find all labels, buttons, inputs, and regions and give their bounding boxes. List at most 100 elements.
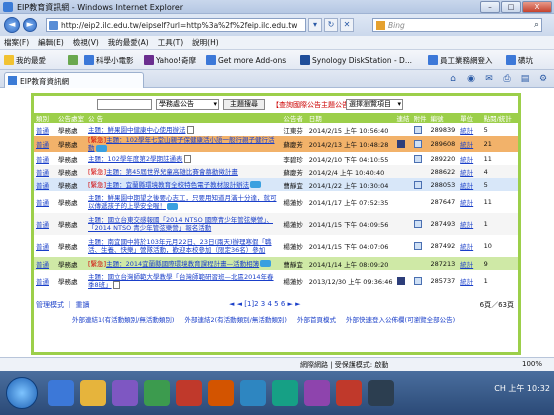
favorites-button[interactable]: 我的最愛 <box>4 53 46 67</box>
row-stat-link[interactable]: 統計 <box>460 141 473 149</box>
row-subject[interactable]: 主題：鮮果園中健康中心使用辦法 <box>88 126 186 134</box>
app-icon[interactable] <box>304 380 330 406</box>
media-icon[interactable] <box>112 380 138 406</box>
fav-item-5[interactable]: 員工業務網登入 <box>428 53 493 67</box>
fav-item-1[interactable]: 科學小電影 <box>84 53 134 67</box>
table-row[interactable]: 普通 學務處 [緊急]主題：102學年七堂山親子保健康活小語一般行親子健行活動 … <box>34 136 518 152</box>
table-row[interactable]: 普通 學務處 主題：鮮果園中健康中心使用辦法 江東芬 2014/2/15 上午 … <box>34 123 518 136</box>
fav-item-3[interactable]: Get more Add-ons <box>206 53 286 67</box>
row-subject[interactable]: 主題：102學年度第2學期註通表 <box>88 155 183 163</box>
attachment-icon[interactable] <box>112 281 120 289</box>
start-button[interactable] <box>6 377 38 409</box>
table-row[interactable]: 普通 學務處 主題：鮮果園中期望之後要心志工，只要用知道月滿十分達，就可以傳遞孩… <box>34 191 518 213</box>
file-icon[interactable] <box>413 277 422 285</box>
safety-icon[interactable]: ⚙ <box>536 73 550 85</box>
maximize-button[interactable]: □ <box>501 1 521 13</box>
row-stat-link[interactable]: 統計 <box>460 156 473 164</box>
close-button[interactable]: X <box>522 1 552 13</box>
app-icon[interactable] <box>272 380 298 406</box>
feeds-icon[interactable]: ◉ <box>464 73 478 85</box>
fav-item-4[interactable]: Synology DiskStation - D... <box>300 53 412 67</box>
row-subject[interactable]: 主題：國立台東交感報國「2014 NTSO 國際青少年管弦樂營」、「2014 N… <box>88 216 273 232</box>
table-row[interactable]: 普通 學務處 主題：南宜國中將於103年元月22日、23日(兩天)辦理寒假「職活… <box>34 235 518 257</box>
search-box[interactable]: Bing ⌕ <box>372 18 542 32</box>
fav-item-6[interactable]: 磺坑 <box>506 53 533 67</box>
app-icon[interactable] <box>144 380 170 406</box>
word-icon[interactable] <box>240 380 266 406</box>
menu-favorites[interactable]: 我的最愛(A) <box>108 36 149 49</box>
menu-help[interactable]: 說明(H) <box>192 36 219 49</box>
subject-search-button[interactable]: 主題搜尋 <box>223 99 265 110</box>
attachment-icon[interactable] <box>186 125 194 134</box>
file-icon[interactable] <box>413 140 422 148</box>
link-icon[interactable] <box>396 140 405 148</box>
address-bar[interactable]: http://eip2.ilc.edu.tw/eipself?url=http%… <box>46 18 306 32</box>
row-subject[interactable]: 主題：102學年七堂山親子保健康活小語一般行親子健行活動 <box>88 136 275 152</box>
row-type[interactable]: 普通 <box>36 182 49 190</box>
file-icon[interactable] <box>413 242 422 250</box>
ie-taskbar-icon[interactable] <box>48 380 74 406</box>
pagination[interactable]: ◄ ◄ [1]2 3 4 5 6 ► ► <box>229 300 301 308</box>
minimize-button[interactable]: – <box>480 1 500 13</box>
page-menu-icon[interactable]: ▤ <box>518 73 532 85</box>
dropdown-icon[interactable]: ▾ <box>308 18 322 32</box>
table-row[interactable]: 普通 學務處 主題：102學年度第2學期註通表 李碧珍 2014/2/10 下午… <box>34 152 518 165</box>
menu-view[interactable]: 檢視(V) <box>73 36 99 49</box>
row-type[interactable]: 普通 <box>36 169 49 177</box>
row-type[interactable]: 普通 <box>36 141 49 149</box>
table-row[interactable]: 普通 學務處 主題：國立台東交感報國「2014 NTSO 國際青少年管弦樂營」、… <box>34 213 518 235</box>
address-url[interactable]: http://eip2.ilc.edu.tw/eipself?url=http%… <box>61 21 299 30</box>
file-icon[interactable] <box>413 220 422 228</box>
manage-mode-link[interactable]: 管理模式 ｜ 重讀 <box>36 300 89 310</box>
row-stat-link[interactable]: 統計 <box>460 199 473 207</box>
tab-eip[interactable]: EIP教育資訊網 <box>4 72 144 88</box>
browse-select[interactable]: 選擇瀏覽項目 <box>346 99 403 110</box>
row-subject[interactable]: 主題：2014宜蘭縣國際環境教育課程計畫—活動相簿 <box>106 260 259 268</box>
table-row[interactable]: 普通 學務處 主題：國立台灣師範大學教學「台灣師範研習班—北區2014年春季8班… <box>34 270 518 292</box>
link-icon[interactable] <box>396 277 405 285</box>
query-link[interactable]: 【查詢國際公告主題公告】 <box>272 100 356 110</box>
mail-icon[interactable]: ✉ <box>482 73 496 85</box>
refresh-icon[interactable]: ↻ <box>324 18 338 32</box>
search-placeholder[interactable]: Bing <box>388 21 405 30</box>
row-type[interactable]: 普通 <box>36 261 49 269</box>
row-subject[interactable]: 主題：宜蘭縣環境教育全校特色電子教材設計辦法 <box>106 181 249 189</box>
external-link-2[interactable]: 外部連結2(有活動類別/無活動類別) <box>184 316 286 324</box>
unit-select[interactable]: 學務處公告 <box>156 99 219 110</box>
table-row[interactable]: 普通 學務處 [緊急]主題：2014宜蘭縣國際環境教育課程計畫—活動相簿 曹靜宜… <box>34 257 518 270</box>
row-type[interactable]: 普通 <box>36 156 49 164</box>
external-link-1[interactable]: 外部連結1(有活動類別/無活動類別) <box>72 316 174 324</box>
app-icon[interactable] <box>368 380 394 406</box>
explorer-icon[interactable] <box>80 380 106 406</box>
row-subject[interactable]: 主題：南宜國中將於103年元月22日、23日(兩天)辦理寒假「職活、生養、快樂」… <box>88 238 272 254</box>
row-stat-link[interactable]: 統計 <box>460 127 473 135</box>
home-icon[interactable]: ⌂ <box>446 73 460 85</box>
row-stat-link[interactable]: 統計 <box>460 182 473 190</box>
row-type[interactable]: 普通 <box>36 278 49 286</box>
row-stat-link[interactable]: 統計 <box>460 221 473 229</box>
external-link-3[interactable]: 外部首頁模式 <box>297 316 336 324</box>
keyword-input[interactable] <box>97 99 152 110</box>
back-button[interactable]: ◄ <box>4 17 20 33</box>
menu-edit[interactable]: 編輯(E) <box>38 36 64 49</box>
fav-item-2[interactable]: Yahoo!奇摩 <box>144 53 196 67</box>
row-type[interactable]: 普通 <box>36 199 49 207</box>
pdf-icon[interactable] <box>176 380 202 406</box>
app-icon[interactable] <box>208 380 234 406</box>
attachment-icon[interactable] <box>183 154 191 163</box>
lang-indicator[interactable]: CH <box>494 384 506 393</box>
file-icon[interactable] <box>413 154 422 163</box>
row-type[interactable]: 普通 <box>36 221 49 229</box>
row-type[interactable]: 普通 <box>36 127 49 135</box>
forward-button[interactable]: ► <box>23 18 37 32</box>
row-subject[interactable]: 主題：第45屆世界兒童高雄比賽會慕勸徵計畫 <box>106 168 238 176</box>
table-row[interactable]: 普通 學務處 [緊急]主題：第45屆世界兒童高雄比賽會慕勸徵計畫 蘇慶芳 201… <box>34 165 518 178</box>
clock[interactable]: 上午 10:32 <box>508 384 550 393</box>
row-stat-link[interactable]: 統計 <box>460 243 473 251</box>
external-link-4[interactable]: 外部快速登入公佈欄(可瀏覽全部公告) <box>346 316 455 324</box>
stop-icon[interactable]: ✕ <box>340 18 354 32</box>
menu-file[interactable]: 檔案(F) <box>4 36 29 49</box>
menu-tools[interactable]: 工具(T) <box>158 36 183 49</box>
table-row[interactable]: 普通 學務處 [緊急]主題：宜蘭縣環境教育全校特色電子教材設計辦法 曹靜宜 20… <box>34 178 518 191</box>
file-icon[interactable] <box>413 180 422 189</box>
